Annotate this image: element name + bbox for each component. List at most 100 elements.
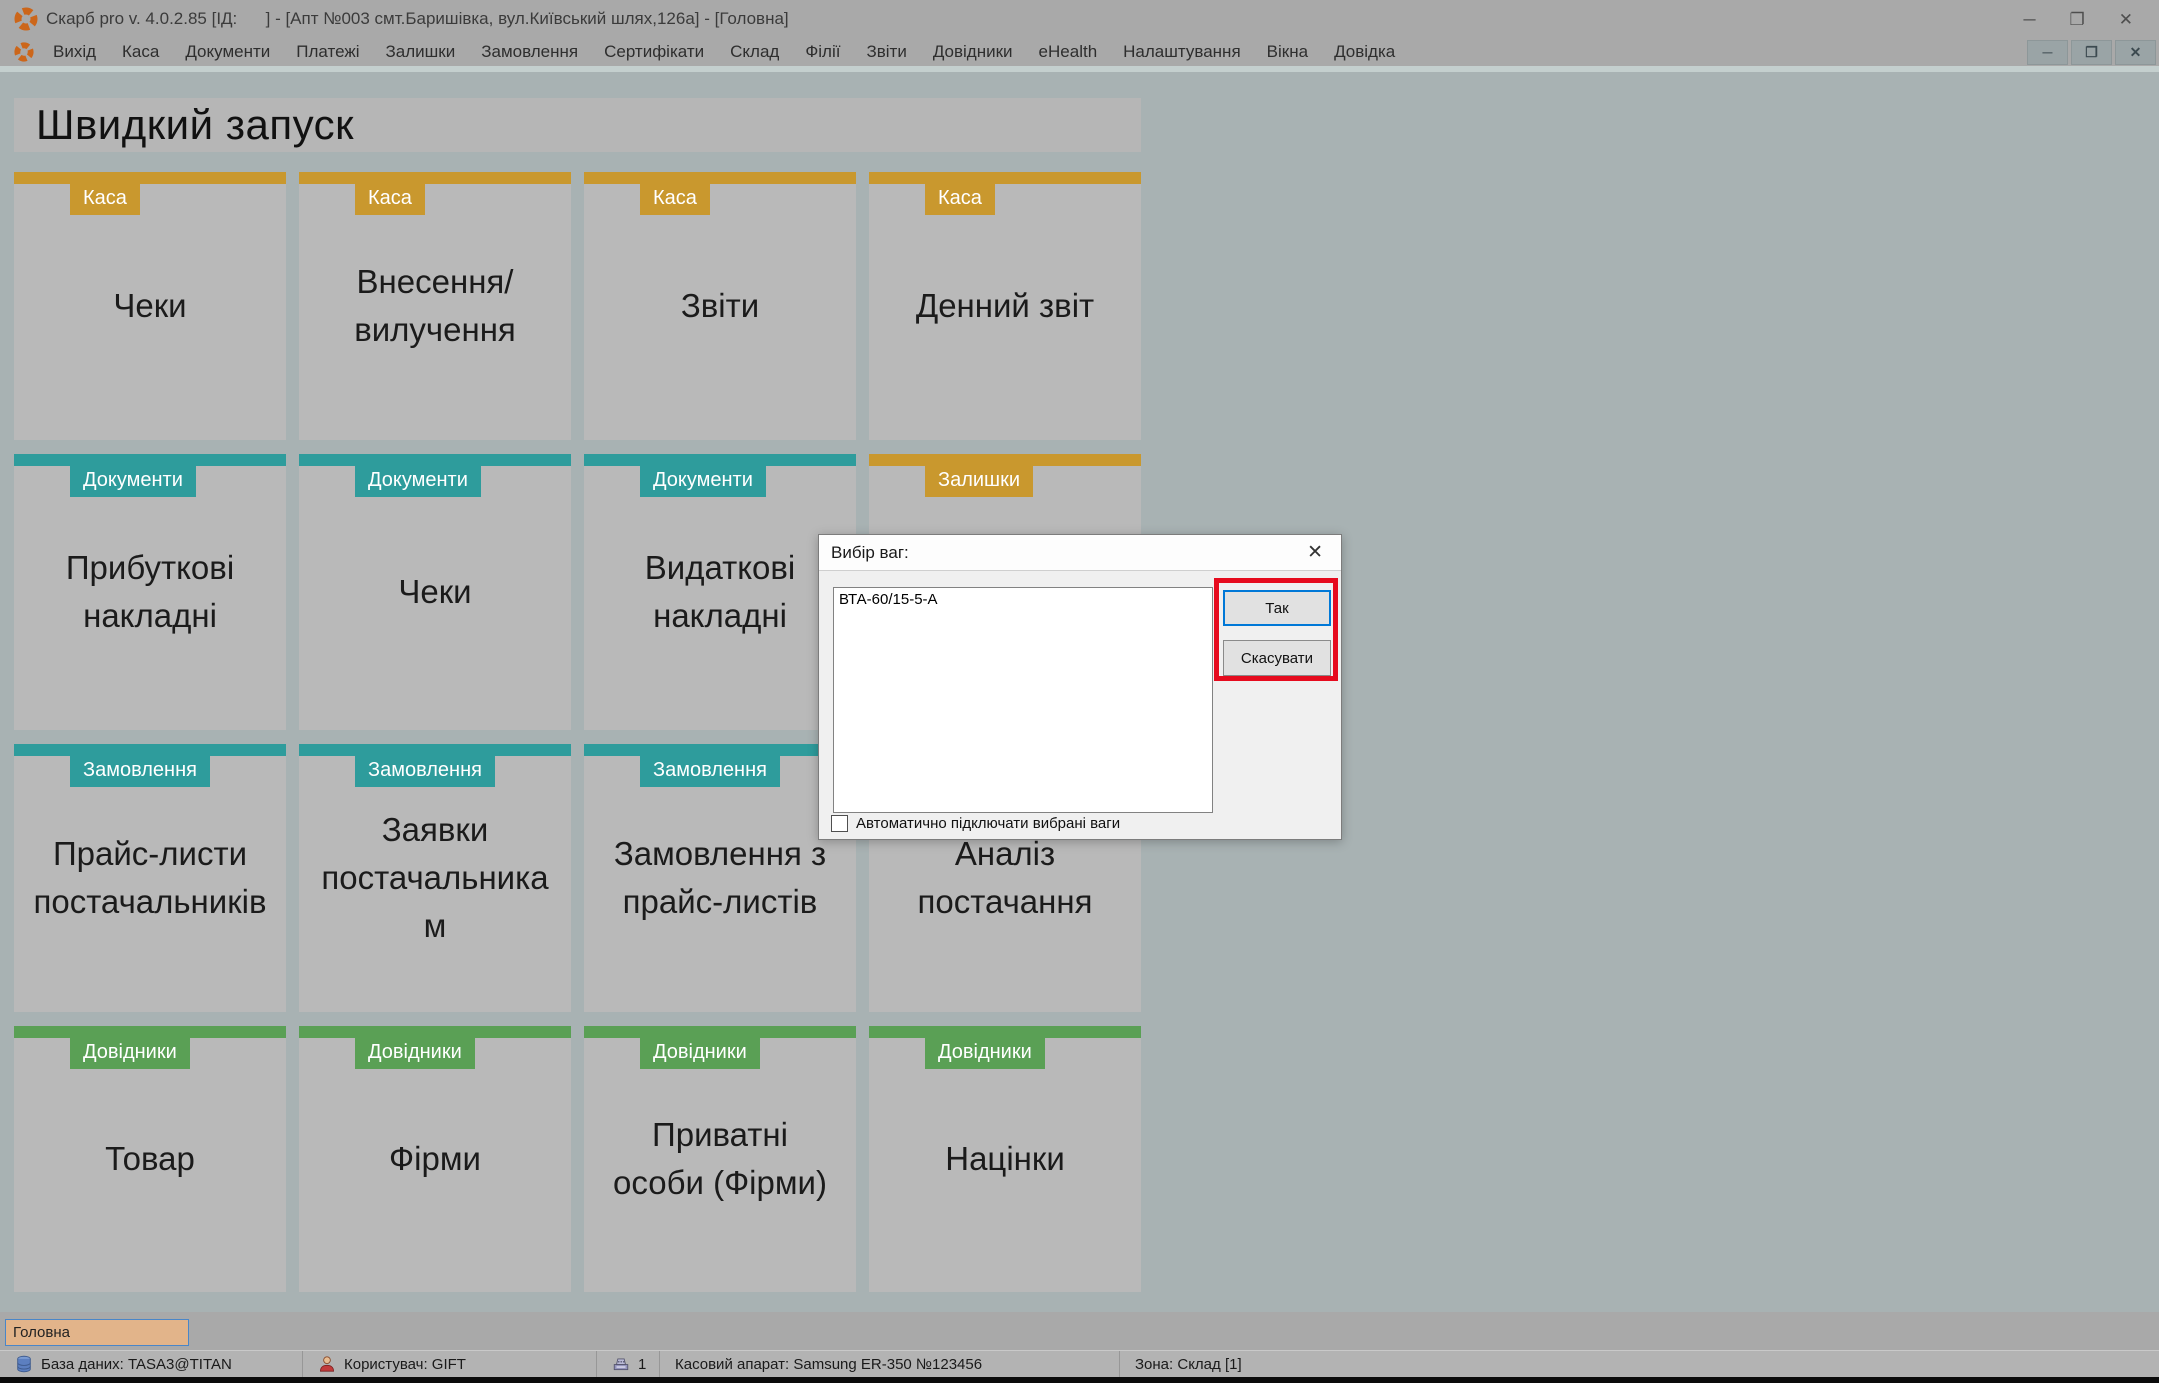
tile-label: Товар <box>87 1135 213 1183</box>
auto-connect-checkbox[interactable] <box>831 815 848 832</box>
menu-item-warehouse[interactable]: Склад <box>717 42 792 62</box>
app-logo-icon-small <box>14 42 34 62</box>
tile-category-strip <box>299 172 571 184</box>
status-register: Касовий апарат: Samsung ER-350 №123456 <box>660 1351 1120 1377</box>
menu-item-references[interactable]: Довідники <box>920 42 1026 62</box>
tile-label: Приватні особи (Фірми) <box>584 1111 856 1207</box>
database-icon <box>15 1355 33 1373</box>
menu-item-windows[interactable]: Вікна <box>1254 42 1321 62</box>
page-title: Швидкий запуск <box>36 101 354 149</box>
tile-label: Замовлення з прайс-листів <box>584 830 856 926</box>
tile-category-badge: Документи <box>640 466 766 497</box>
cancel-button[interactable]: Скасувати <box>1223 640 1331 676</box>
tile-natsinky[interactable]: Довідники Націнки <box>869 1026 1141 1292</box>
tile-label: Фірми <box>371 1135 499 1183</box>
bottom-chrome: Головна База даних: TASA3@TITAN Користув… <box>0 1312 2159 1383</box>
cash-register-icon <box>612 1355 630 1373</box>
scale-selection-dialog: Вибір ваг: ✕ ВТА-60/15-5-А Так Скасувати… <box>818 534 1342 840</box>
scale-list-item[interactable]: ВТА-60/15-5-А <box>834 588 1212 611</box>
tile-category-badge: Довідники <box>640 1038 760 1069</box>
tile-category-badge: Замовлення <box>70 756 210 787</box>
tile-prais-lysty-postachalnykiv[interactable]: Замовлення Прайс-листи постачальників <box>14 744 286 1012</box>
tile-label: Націнки <box>927 1135 1083 1183</box>
status-database: База даних: TASA3@TITAN <box>0 1351 303 1377</box>
menu-item-help[interactable]: Довідка <box>1321 42 1408 62</box>
tile-zamovlennia-z-prais-lystiv[interactable]: Замовлення Замовлення з прайс-листів <box>584 744 856 1012</box>
bottom-edge-strip <box>0 1377 2159 1383</box>
tile-cheky-dokumenty[interactable]: Документи Чеки <box>299 454 571 730</box>
tile-zaiavky-postachalnykam[interactable]: Замовлення Заявки постачальникам <box>299 744 571 1012</box>
auto-connect-checkbox-row[interactable]: Автоматично підключати вибрані ваги <box>831 815 1120 832</box>
tile-tovar[interactable]: Довідники Товар <box>14 1026 286 1292</box>
tile-label: Чеки <box>380 568 489 616</box>
menu-bar: Вихід Каса Документи Платежі Залишки Зам… <box>0 38 2159 66</box>
child-minimize-icon[interactable]: ─ <box>2027 40 2068 65</box>
status-user-text: Користувач: GIFT <box>344 1356 466 1373</box>
menu-item-settings[interactable]: Налаштування <box>1110 42 1254 62</box>
tile-category-badge: Довідники <box>925 1038 1045 1069</box>
tile-dennyi-zvit[interactable]: Каса Денний звіт <box>869 172 1141 440</box>
menu-item-reports[interactable]: Звіти <box>853 42 919 62</box>
status-zone-text: Зона: Склад [1] <box>1135 1356 1242 1373</box>
tile-label: Чеки <box>95 282 204 330</box>
tile-category-strip <box>869 172 1141 184</box>
status-register-count: 1 <box>597 1351 660 1377</box>
app-logo-icon <box>14 7 38 31</box>
tile-prybutkovi-nakladni[interactable]: Документи Прибуткові накладні <box>14 454 286 730</box>
menu-item-kasa[interactable]: Каса <box>109 42 172 62</box>
menu-item-orders[interactable]: Замовлення <box>468 42 591 62</box>
tile-label: Видаткові накладні <box>584 544 856 640</box>
menu-item-certificates[interactable]: Сертифікати <box>591 42 717 62</box>
tile-category-strip <box>14 744 286 756</box>
restore-icon[interactable]: ❐ <box>2070 11 2085 28</box>
tile-category-badge: Замовлення <box>640 756 780 787</box>
title-bar: Скарб pro v. 4.0.2.85 [ІД: ] - [Апт №003… <box>0 0 2159 38</box>
tab-holovna[interactable]: Головна <box>5 1319 189 1346</box>
tile-firmy[interactable]: Довідники Фірми <box>299 1026 571 1292</box>
tile-category-badge: Каса <box>70 184 140 215</box>
status-register-text: Касовий апарат: Samsung ER-350 №123456 <box>675 1356 982 1373</box>
yes-button[interactable]: Так <box>1223 590 1331 626</box>
scale-listbox[interactable]: ВТА-60/15-5-А <box>833 587 1213 813</box>
window-title: Скарб pro v. 4.0.2.85 [ІД: ] - [Апт №003… <box>46 9 789 29</box>
tile-category-strip <box>14 172 286 184</box>
tile-category-badge: Залишки <box>925 466 1033 497</box>
tile-category-strip <box>584 744 856 756</box>
tile-vydatkovi-nakladni[interactable]: Документи Видаткові накладні <box>584 454 856 730</box>
tile-category-badge: Замовлення <box>355 756 495 787</box>
tile-cheky-kasa[interactable]: Каса Чеки <box>14 172 286 440</box>
menu-item-ehealth[interactable]: eHealth <box>1026 42 1111 62</box>
tile-category-strip <box>584 172 856 184</box>
quick-launch-header: Швидкий запуск <box>14 98 1141 152</box>
child-restore-icon[interactable]: ❐ <box>2071 40 2112 65</box>
menu-item-branches[interactable]: Філії <box>792 42 853 62</box>
status-database-text: База даних: TASA3@TITAN <box>41 1356 232 1373</box>
tile-category-strip <box>299 1026 571 1038</box>
tile-category-strip <box>584 454 856 466</box>
minimize-icon[interactable]: ─ <box>2023 11 2035 28</box>
tile-category-strip <box>299 744 571 756</box>
dialog-title-bar[interactable]: Вибір ваг: ✕ <box>819 535 1341 571</box>
tile-category-strip <box>869 1026 1141 1038</box>
auto-connect-checkbox-label: Автоматично підключати вибрані ваги <box>856 815 1120 832</box>
menu-item-exit[interactable]: Вихід <box>40 42 109 62</box>
tile-label: Денний звіт <box>898 282 1112 330</box>
tile-category-badge: Довідники <box>355 1038 475 1069</box>
tile-pryvatni-osoby[interactable]: Довідники Приватні особи (Фірми) <box>584 1026 856 1292</box>
tile-category-badge: Документи <box>70 466 196 497</box>
status-register-count-text: 1 <box>638 1356 646 1373</box>
tile-label: Аналіз постачання <box>869 830 1141 926</box>
dialog-title: Вибір ваг: <box>831 543 909 563</box>
status-bar: База даних: TASA3@TITAN Користувач: GIFT… <box>0 1350 2159 1377</box>
menu-item-stocks[interactable]: Залишки <box>373 42 469 62</box>
menu-item-documents[interactable]: Документи <box>172 42 283 62</box>
tile-label: Заявки постачальникам <box>299 806 571 950</box>
tile-zvity-kasa[interactable]: Каса Звіти <box>584 172 856 440</box>
menu-item-payments[interactable]: Платежі <box>283 42 372 62</box>
close-icon[interactable]: ✕ <box>2119 11 2133 28</box>
child-close-icon[interactable]: ✕ <box>2115 40 2156 65</box>
tile-vnesennia-vyluchennia[interactable]: Каса Внесення/вилучення <box>299 172 571 440</box>
dialog-close-icon[interactable]: ✕ <box>1301 541 1329 564</box>
tile-label: Прайс-листи постачальників <box>14 830 286 926</box>
tile-category-badge: Каса <box>925 184 995 215</box>
